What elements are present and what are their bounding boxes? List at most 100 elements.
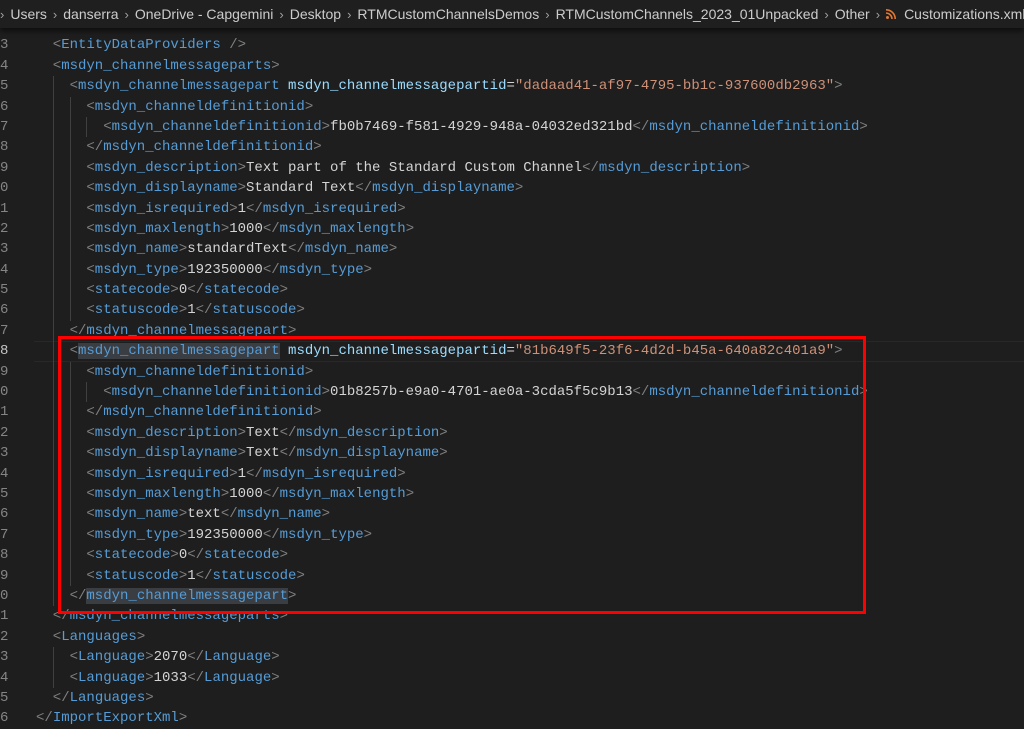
token-tag: msdyn_channeldefinitionid	[94, 98, 305, 115]
token-b: <	[52, 628, 62, 645]
token-b: >	[229, 200, 238, 217]
code-content: <Language>2070</Language>	[36, 647, 280, 668]
code-line[interactable]: 3 <msdyn_name>standardText</msdyn_name>	[0, 239, 1024, 260]
code-line[interactable]: 4 <msdyn_type>192350000</msdyn_type>	[0, 259, 1024, 281]
code-line[interactable]: 5 <msdyn_channelmessagepart msdyn_channel…	[0, 76, 1024, 97]
token-b: <	[86, 445, 95, 462]
code-line[interactable]: 7 </msdyn_channelmessagepart>	[0, 320, 1024, 342]
line-number: 3	[0, 445, 9, 462]
code-editor[interactable]: 2<CustomControls />3<EntityDataProviders…	[0, 15, 1024, 729]
code-line[interactable]: 0 <msdyn_channeldefinitionid>01b8257b-e9a…	[0, 382, 1024, 403]
code-line[interactable]: 3 <msdyn_displayname>Text</msdyn_displayn…	[0, 443, 1024, 464]
line-number: 8	[0, 547, 9, 564]
token-attr: msdyn_channelmessagepartid	[288, 343, 507, 360]
code-line[interactable]: 6 </ImportExportXml>	[0, 708, 1024, 728]
indent-guide	[52, 198, 70, 219]
indent-guide	[36, 545, 53, 565]
line-number: 4	[0, 261, 9, 278]
token-b: >	[859, 384, 868, 401]
code-content: <statecode>0</statecode>	[36, 545, 288, 566]
token-b: >	[405, 485, 415, 502]
token-txt: 1	[237, 465, 247, 482]
code-line[interactable]: 3 <EntityDataProviders />	[0, 35, 1024, 55]
indent-guide	[36, 443, 53, 463]
token-b: >	[741, 159, 751, 176]
code-line[interactable]: 6 <msdyn_name>text</msdyn_name>	[0, 504, 1024, 525]
indent-guide	[52, 443, 70, 464]
code-line[interactable]: 9 <statuscode>1</statuscode>	[0, 565, 1024, 586]
code-line[interactable]: 7 <msdyn_type>192350000</msdyn_type>	[0, 524, 1024, 546]
code-line[interactable]: 2 <Languages>	[0, 627, 1024, 647]
indent-guide	[69, 259, 87, 281]
breadcrumb-item[interactable]: OneDrive - Capgemini	[133, 6, 276, 22]
line-number: 4	[0, 465, 9, 482]
code-line[interactable]: 0 </msdyn_channelmessagepart>	[0, 585, 1024, 607]
line-number: 5	[0, 689, 9, 706]
token-b: >	[363, 261, 373, 278]
code-line[interactable]: 3 <Language>2070</Language>	[0, 647, 1024, 668]
line-number: 3	[0, 649, 9, 666]
token-b: >	[514, 180, 524, 197]
breadcrumb-item[interactable]: Customizations.xml	[902, 6, 1024, 22]
indent-guide	[36, 321, 53, 341]
token-tag: msdyn_channelmessagepart	[86, 322, 289, 339]
breadcrumb-item[interactable]: RTMCustomChannelsDemos	[355, 6, 541, 22]
code-line[interactable]: 1 </msdyn_channeldefinitionid>	[0, 402, 1024, 423]
code-line[interactable]: 1 <msdyn_isrequired>1</msdyn_isrequired>	[0, 198, 1024, 219]
indent-guide	[36, 158, 53, 178]
code-line[interactable]: 4 <msdyn_channelmessageparts>	[0, 56, 1024, 76]
code-line[interactable]: 5 <statecode>0</statecode>	[0, 280, 1024, 301]
code-line[interactable]: 9 <msdyn_description>Text part of the Sta…	[0, 157, 1024, 179]
indent-guide	[69, 545, 87, 566]
token-b: >	[178, 567, 188, 584]
token-tag: msdyn_displayname	[94, 180, 238, 197]
token-tag: statuscode	[94, 302, 179, 319]
code-line[interactable]: 9 <msdyn_channeldefinitionid>	[0, 361, 1024, 383]
code-line[interactable]: 2 <msdyn_description>Text</msdyn_descript…	[0, 422, 1024, 444]
token-txt: 1	[187, 567, 196, 584]
code-line[interactable]: 5 </Languages>	[0, 688, 1024, 708]
indent-guide	[36, 688, 53, 708]
token-txt: 0	[178, 547, 188, 564]
indent-guide	[69, 565, 87, 586]
code-line[interactable]: 2 <msdyn_maxlength>1000</msdyn_maxlength>	[0, 218, 1024, 240]
indent-guide	[52, 300, 70, 321]
code-line[interactable]: 4 <msdyn_isrequired>1</msdyn_isrequired>	[0, 463, 1024, 484]
indent-guide	[52, 463, 70, 484]
token-tag: msdyn_channelmessagepart	[78, 78, 280, 95]
indent-guide	[69, 280, 87, 301]
breadcrumb-item[interactable]: Users	[8, 6, 49, 22]
indent-guide	[36, 76, 53, 96]
code-line[interactable]: 8 <statecode>0</statecode>	[0, 545, 1024, 566]
code-line[interactable]: 0 <msdyn_displayname>Standard Text</msdyn…	[0, 178, 1024, 199]
chevron-right-icon: ›	[279, 6, 284, 22]
code-line[interactable]: 6 <msdyn_channeldefinitionid>	[0, 96, 1024, 117]
indent-guide	[36, 260, 53, 280]
token-b: >	[170, 282, 179, 299]
token-b: >	[388, 241, 398, 258]
token-tag: msdyn_channelmessagepart	[86, 587, 289, 604]
code-line[interactable]: 4 <Language>1033</Language>	[0, 667, 1024, 688]
breadcrumb-item[interactable]: RTMCustomChannels_2023_01Unpacked	[554, 6, 821, 22]
code-line[interactable]: 8 </msdyn_channeldefinitionid>	[0, 137, 1024, 158]
indent-guide	[52, 402, 70, 423]
breadcrumb-item[interactable]: Desktop	[288, 6, 343, 22]
token-b: >	[178, 526, 188, 543]
line-number: 0	[0, 587, 9, 604]
code-content: <statuscode>1</statuscode>	[36, 300, 305, 321]
token-b: >	[237, 445, 247, 462]
breadcrumb-item[interactable]: Other	[833, 6, 872, 22]
indent-guide	[36, 97, 53, 117]
code-line[interactable]: 6 <statuscode>1</statuscode>	[0, 300, 1024, 321]
code-line[interactable]: 7 <msdyn_channeldefinitionid>fb0b7469-f58…	[0, 116, 1024, 138]
line-number: 2	[0, 424, 9, 441]
breadcrumb-item[interactable]: danserra	[61, 6, 120, 22]
line-number: 2	[0, 220, 9, 237]
code-content: <msdyn_type>192350000</msdyn_type>	[36, 259, 373, 281]
code-line[interactable]: 1 </msdyn_channelmessageparts>	[0, 606, 1024, 626]
code-line[interactable]: 8 <msdyn_channelmessagepart msdyn_channel…	[0, 341, 1024, 363]
line-number: 1	[0, 200, 9, 217]
indent-guide	[36, 647, 53, 667]
code-line[interactable]: 5 <msdyn_maxlength>1000</msdyn_maxlength>	[0, 483, 1024, 505]
token-txt: 1000	[229, 485, 263, 502]
